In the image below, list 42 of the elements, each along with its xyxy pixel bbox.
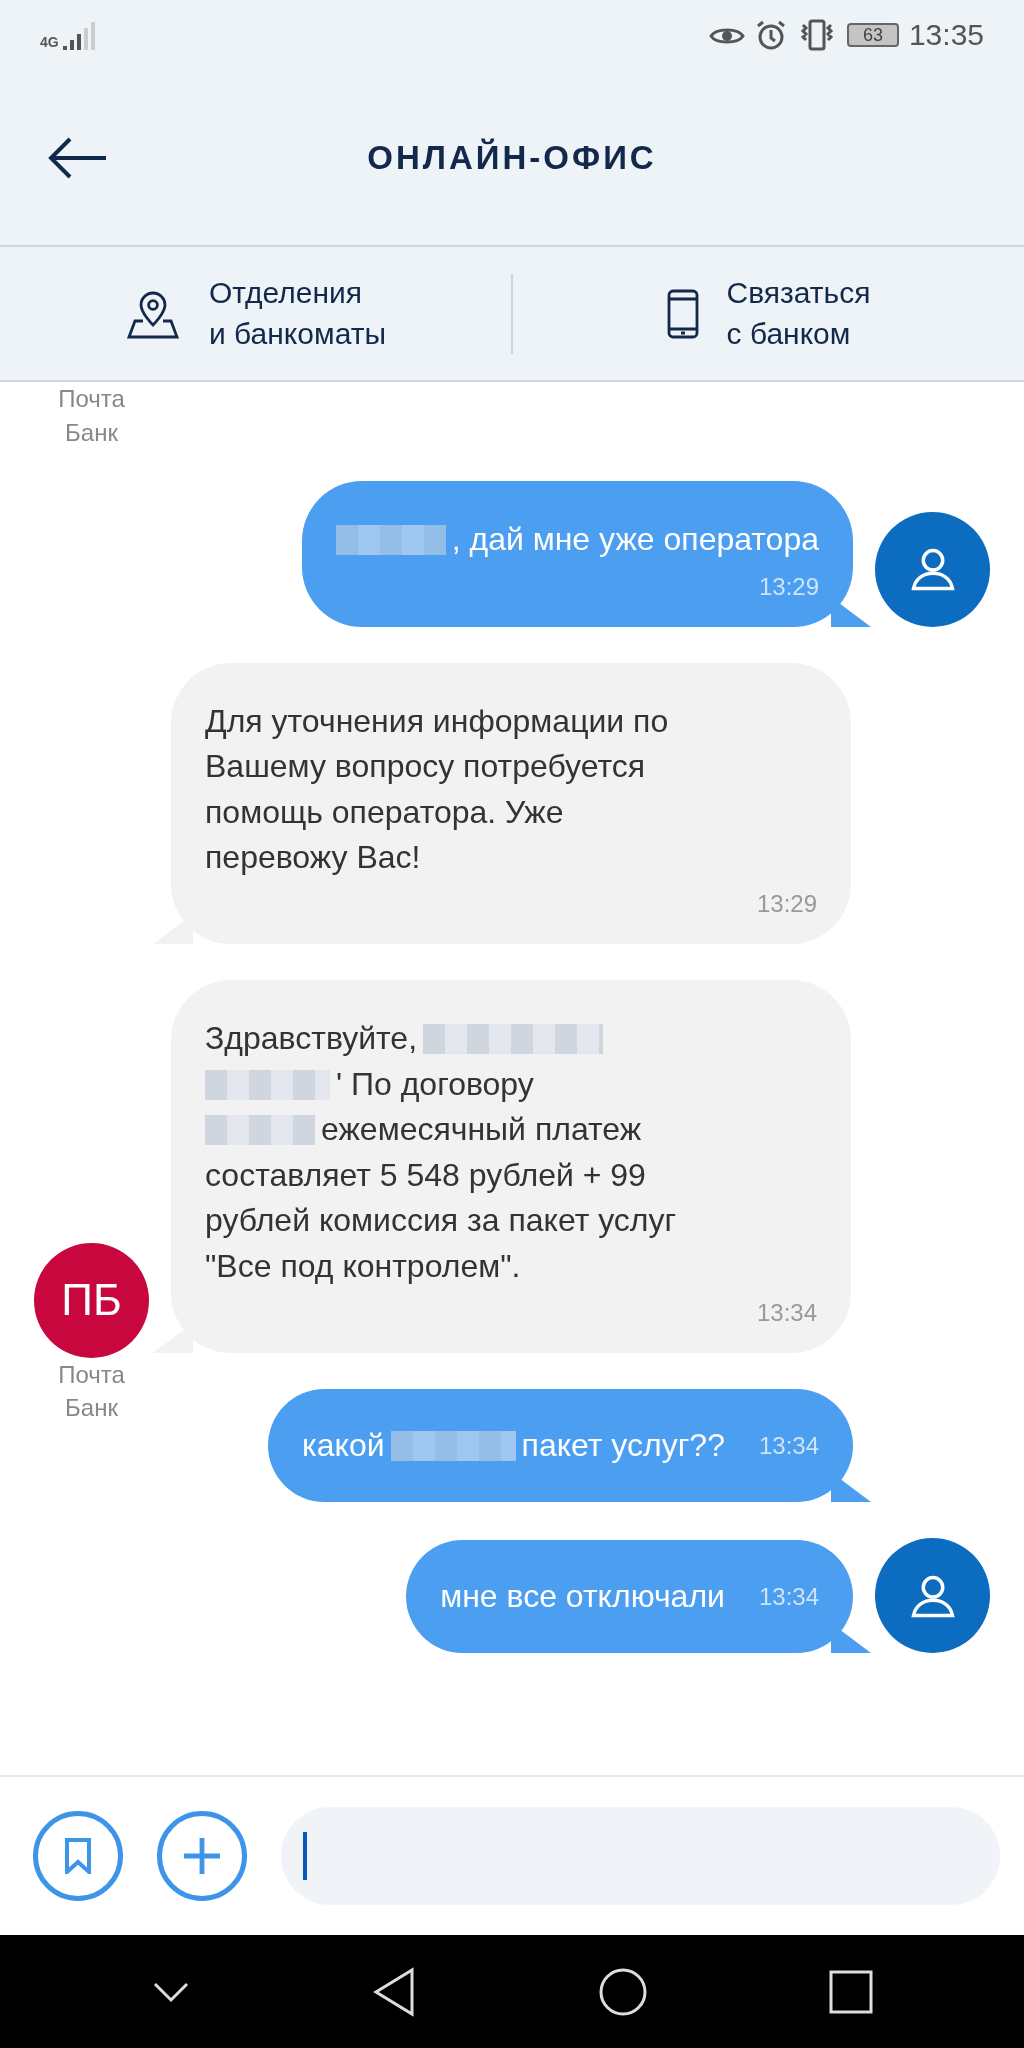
sender-name: Почта bbox=[57, 384, 126, 414]
message-time: 13:34 bbox=[758, 1582, 819, 1611]
alarm-icon bbox=[754, 19, 787, 51]
bank-avatar: ПБ bbox=[34, 1242, 149, 1358]
triangle-icon bbox=[372, 1966, 417, 2017]
message-text: Для уточнения информации по bbox=[205, 701, 669, 741]
home-nav-button[interactable] bbox=[597, 1966, 648, 2017]
message-text: мне все отключали bbox=[440, 1577, 725, 1616]
plus-icon bbox=[182, 1836, 222, 1876]
circle-icon bbox=[597, 1966, 648, 2017]
branches-button[interactable]: Отделения и банкоматы bbox=[0, 247, 511, 380]
battery-indicator: 63 bbox=[846, 23, 899, 47]
message-time: 13:34 bbox=[756, 1299, 817, 1327]
message-text: Здравствуйте, bbox=[205, 1019, 418, 1059]
back-arrow-icon bbox=[48, 135, 108, 180]
clock: 13:35 bbox=[908, 18, 984, 52]
message-time: 13:34 bbox=[758, 1431, 819, 1460]
bookmark-icon bbox=[63, 1838, 93, 1874]
recents-nav-button[interactable] bbox=[829, 1969, 874, 2014]
sender-name: Почта bbox=[57, 1359, 126, 1390]
message-text: Вашему вопросу потребуется bbox=[205, 747, 646, 787]
message-text: , дай мне уже оператора bbox=[451, 520, 819, 560]
message-text: пакет услуг?? bbox=[521, 1426, 725, 1465]
message-text: ежемесячный платеж bbox=[321, 1110, 642, 1150]
message-text: помощь оператора. Уже bbox=[205, 792, 564, 832]
contact-bank-button[interactable]: Связаться с банком bbox=[513, 247, 1024, 380]
signal-icon bbox=[62, 20, 97, 50]
message-text: перевожу Вас! bbox=[205, 837, 421, 877]
message-text: рублей комиссия за пакет услуг bbox=[205, 1201, 677, 1241]
message-text: составляет 5 548 рублей + 99 bbox=[205, 1155, 646, 1195]
message-text: "Все под контролем". bbox=[205, 1246, 521, 1286]
network-type: 4G bbox=[40, 34, 59, 50]
sender-name: Банк bbox=[64, 417, 119, 448]
sender-name: Банк bbox=[64, 1393, 119, 1424]
back-nav-button[interactable] bbox=[372, 1966, 417, 2017]
message-text: ' По договору bbox=[336, 1064, 534, 1104]
phone-icon bbox=[666, 288, 699, 339]
message-time: 13:29 bbox=[756, 890, 817, 919]
square-icon bbox=[829, 1969, 874, 2014]
page-title: ОНЛАЙН-ОФИС bbox=[366, 138, 658, 177]
message-text: какой bbox=[302, 1426, 385, 1465]
message-time: 13:29 bbox=[758, 572, 819, 601]
